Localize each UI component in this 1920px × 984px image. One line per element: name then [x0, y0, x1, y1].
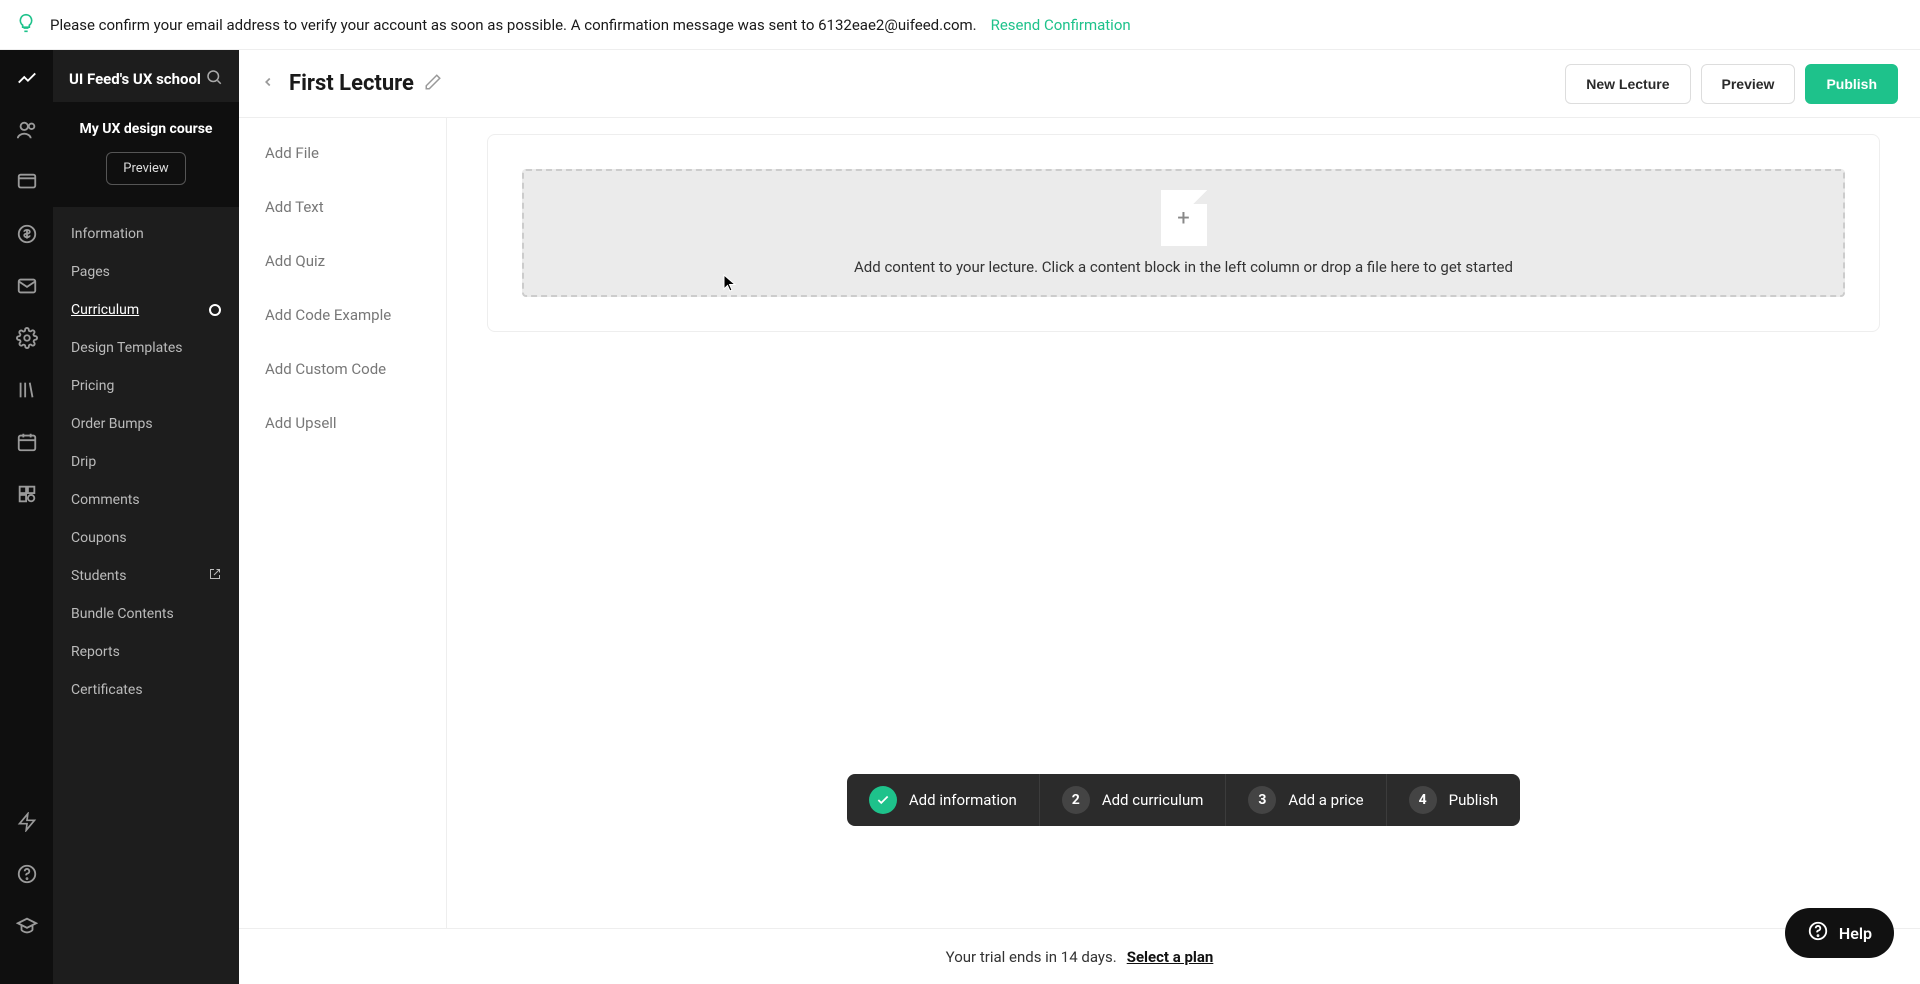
step-add-curriculum[interactable]: 2 Add curriculum [1040, 774, 1227, 826]
step-label: Add a price [1288, 791, 1363, 809]
sidebar-item-coupons[interactable]: Coupons [53, 519, 239, 557]
external-link-icon [209, 568, 221, 583]
canvas: + Add content to your lecture. Click a c… [447, 118, 1920, 928]
sidebar-item-label: Design Templates [71, 340, 183, 356]
lightbulb-icon [16, 13, 36, 37]
course-block: My UX design course Preview [53, 102, 239, 207]
step-add-a-price[interactable]: 3 Add a price [1226, 774, 1386, 826]
step-label: Publish [1449, 791, 1498, 809]
help-button[interactable]: Help [1785, 908, 1894, 958]
preview-course-button[interactable]: Preview [106, 152, 185, 185]
sidebar: UI Feed's UX school My UX design course … [53, 50, 239, 984]
sidebar-item-pricing[interactable]: Pricing [53, 367, 239, 405]
sidebar-item-bundle-contents[interactable]: Bundle Contents [53, 595, 239, 633]
help-circle-icon[interactable] [15, 862, 39, 886]
help-icon [1807, 920, 1829, 946]
progress-stepper: Add information 2 Add curriculum 3 Add a pri… [847, 774, 1520, 826]
sidebar-item-label: Bundle Contents [71, 606, 174, 622]
users-icon[interactable] [15, 118, 39, 142]
edit-title-icon[interactable] [424, 73, 442, 95]
file-plus-icon: + [1161, 190, 1207, 246]
lecture-title: First Lecture [289, 71, 414, 96]
preview-lecture-button[interactable]: Preview [1701, 64, 1796, 104]
add-block-add-text[interactable]: Add Text [239, 180, 446, 234]
sidebar-item-label: Pages [71, 264, 110, 280]
course-name: My UX design course [67, 120, 225, 140]
add-block-add-quiz[interactable]: Add Quiz [239, 234, 446, 288]
calendar-icon[interactable] [15, 430, 39, 454]
publish-button[interactable]: Publish [1805, 64, 1898, 104]
graduation-icon[interactable] [15, 914, 39, 938]
sidebar-item-label: Certificates [71, 682, 143, 698]
sidebar-item-label: Reports [71, 644, 120, 660]
step-number: 2 [1062, 786, 1090, 814]
add-block-add-file[interactable]: Add File [239, 126, 446, 180]
step-label: Add information [909, 791, 1017, 809]
sales-icon[interactable] [15, 222, 39, 246]
new-lecture-button[interactable]: New Lecture [1565, 64, 1690, 104]
confirmation-banner: Please confirm your email address to ver… [0, 0, 1920, 50]
icon-rail [0, 50, 53, 984]
topbar: First Lecture New Lecture Preview Publis… [239, 50, 1920, 118]
step-number: 4 [1409, 786, 1437, 814]
search-icon[interactable] [205, 68, 223, 90]
main-panel: First Lecture New Lecture Preview Publis… [239, 50, 1920, 984]
step-publish[interactable]: 4 Publish [1387, 774, 1520, 826]
select-plan-link[interactable]: Select a plan [1127, 948, 1214, 966]
analytics-icon[interactable] [15, 66, 39, 90]
check-icon [869, 786, 897, 814]
sidebar-item-reports[interactable]: Reports [53, 633, 239, 671]
active-indicator-icon [209, 304, 221, 316]
sidebar-item-label: Information [71, 226, 144, 242]
sidebar-item-comments[interactable]: Comments [53, 481, 239, 519]
sidebar-item-label: Comments [71, 492, 140, 508]
resend-confirmation-link[interactable]: Resend Confirmation [991, 16, 1131, 34]
sidebar-item-label: Students [71, 568, 126, 584]
step-label: Add curriculum [1102, 791, 1204, 809]
add-block-add-custom-code[interactable]: Add Custom Code [239, 342, 446, 396]
apps-icon[interactable] [15, 482, 39, 506]
sidebar-item-curriculum[interactable]: Curriculum [53, 291, 239, 329]
trial-bar: Your trial ends in 14 days. Select a pla… [239, 928, 1920, 984]
emails-icon[interactable] [15, 274, 39, 298]
sidebar-item-pages[interactable]: Pages [53, 253, 239, 291]
sidebar-item-certificates[interactable]: Certificates [53, 671, 239, 709]
bolt-icon[interactable] [15, 810, 39, 834]
add-block-add-upsell[interactable]: Add Upsell [239, 396, 446, 450]
settings-icon[interactable] [15, 326, 39, 350]
sidebar-nav: Information Pages Curriculum Design Templat… [53, 207, 239, 984]
sidebar-item-students[interactable]: Students [53, 557, 239, 595]
trial-message: Your trial ends in 14 days. [946, 948, 1117, 966]
dropzone-text: Add content to your lecture. Click a con… [854, 258, 1513, 276]
sidebar-item-order-bumps[interactable]: Order Bumps [53, 405, 239, 443]
site-icon[interactable] [15, 170, 39, 194]
banner-message: Please confirm your email address to ver… [50, 16, 977, 34]
dropzone[interactable]: + Add content to your lecture. Click a c… [522, 169, 1845, 297]
school-title: UI Feed's UX school [69, 70, 201, 88]
content-block-list: Add FileAdd TextAdd QuizAdd Code Example… [239, 118, 447, 928]
cursor-icon [723, 274, 737, 292]
library-icon[interactable] [15, 378, 39, 402]
sidebar-item-design-templates[interactable]: Design Templates [53, 329, 239, 367]
sidebar-item-drip[interactable]: Drip [53, 443, 239, 481]
step-add-information[interactable]: Add information [847, 774, 1040, 826]
sidebar-item-information[interactable]: Information [53, 215, 239, 253]
sidebar-item-label: Coupons [71, 530, 127, 546]
help-label: Help [1839, 924, 1872, 943]
back-chevron-icon[interactable] [261, 74, 275, 93]
sidebar-item-label: Curriculum [71, 302, 139, 318]
sidebar-item-label: Drip [71, 454, 96, 470]
step-number: 3 [1248, 786, 1276, 814]
sidebar-item-label: Pricing [71, 378, 114, 394]
sidebar-item-label: Order Bumps [71, 416, 153, 432]
lecture-card: + Add content to your lecture. Click a c… [487, 134, 1880, 332]
add-block-add-code-example[interactable]: Add Code Example [239, 288, 446, 342]
